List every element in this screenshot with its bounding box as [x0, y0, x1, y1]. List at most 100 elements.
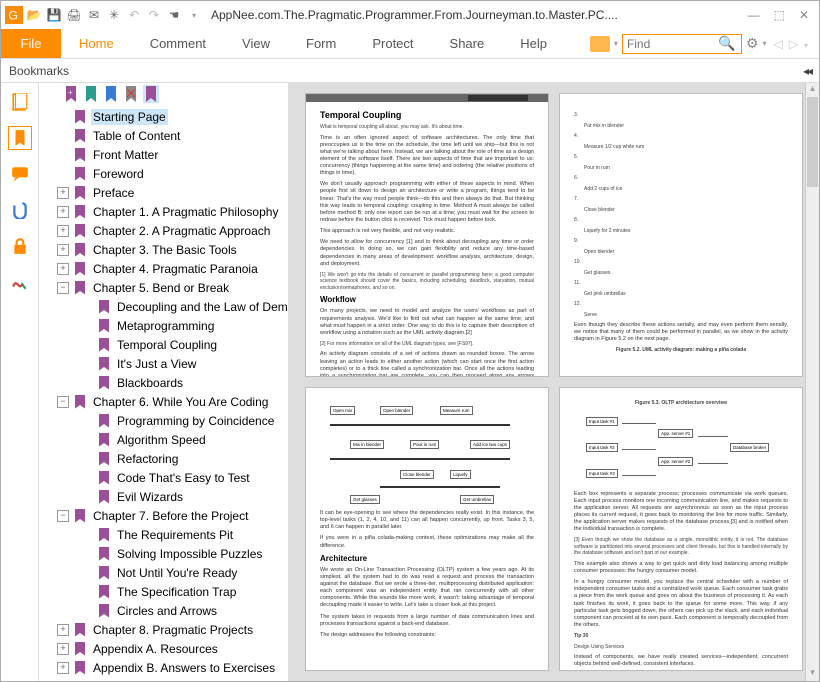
tab-share[interactable]: Share: [432, 29, 503, 58]
nav-menu-icon[interactable]: ▾: [804, 41, 808, 50]
bookmark-item[interactable]: Table of Content: [39, 126, 288, 145]
bookmark-item[interactable]: Evil Wizards: [39, 487, 288, 506]
expand-toggle-icon[interactable]: −: [57, 396, 69, 408]
attachments-panel-icon[interactable]: [11, 201, 29, 219]
selected-bookmark-icon[interactable]: [143, 85, 159, 103]
bookmark-item[interactable]: Refactoring: [39, 449, 288, 468]
bookmark-item[interactable]: The Requirements Pit: [39, 525, 288, 544]
print-icon[interactable]: 🖨: [65, 6, 83, 24]
tab-protect[interactable]: Protect: [354, 29, 431, 58]
bookmark-item[interactable]: Not Until You're Ready: [39, 563, 288, 582]
bookmark-item[interactable]: Code That's Easy to Test: [39, 468, 288, 487]
bookmark-item[interactable]: Decoupling and the Law of Demeter: [39, 297, 288, 316]
expand-toggle-icon[interactable]: +: [57, 206, 69, 218]
delete-bookmark-icon[interactable]: [123, 85, 139, 103]
page-thumb-1[interactable]: Temporal Coupling What is temporal coupl…: [305, 93, 549, 377]
dropdown-icon[interactable]: ▾: [185, 6, 203, 24]
activity-diagram: Open mixOpen blenderMeasure rumMix in bl…: [320, 400, 534, 510]
new-icon[interactable]: ✳: [105, 6, 123, 24]
maximize-icon[interactable]: ⬚: [774, 8, 785, 22]
bookmark-item[interactable]: Front Matter: [39, 145, 288, 164]
comments-panel-icon[interactable]: [11, 165, 29, 183]
bookmark-item[interactable]: Foreword: [39, 164, 288, 183]
bookmark-item[interactable]: +Appendix B. Answers to Exercises: [39, 658, 288, 677]
search-box[interactable]: 🔍: [622, 34, 742, 54]
link-bookmark-icon[interactable]: [103, 85, 119, 103]
bookmark-item[interactable]: +Appendix A. Resources: [39, 639, 288, 658]
bookmark-item[interactable]: Solving Impossible Puzzles: [39, 544, 288, 563]
bookmark-item[interactable]: Blackboards: [39, 373, 288, 392]
expand-toggle-icon[interactable]: −: [57, 510, 69, 522]
tab-help[interactable]: Help: [502, 29, 565, 58]
bookmark-item[interactable]: −Chapter 7. Before the Project: [39, 506, 288, 525]
bookmarks-panel-icon[interactable]: [11, 129, 29, 147]
vertical-scrollbar[interactable]: ▴ ▾: [805, 83, 819, 681]
tab-home[interactable]: Home: [61, 29, 132, 58]
pages-panel-icon[interactable]: [11, 93, 29, 111]
svg-text:+: +: [68, 88, 73, 97]
bookmark-item[interactable]: Temporal Coupling: [39, 335, 288, 354]
bookmark-item[interactable]: + Chapter 4. Pragmatic Paranoia: [39, 259, 288, 278]
add-bookmark-icon[interactable]: [83, 85, 99, 103]
expand-toggle-icon[interactable]: +: [57, 662, 69, 674]
folder-icon[interactable]: [590, 36, 610, 52]
bookmark-ribbon-icon: [99, 490, 109, 504]
bookmark-item[interactable]: Circles and Arrows: [39, 601, 288, 620]
page-thumb-3[interactable]: Open mixOpen blenderMeasure rumMix in bl…: [305, 387, 549, 671]
expand-toggle-icon[interactable]: −: [57, 282, 69, 294]
scroll-down-icon[interactable]: ▾: [806, 667, 819, 681]
bookmark-item[interactable]: It's Just a View: [39, 354, 288, 373]
bookmark-item[interactable]: +Chapter 2. A Pragmatic Approach: [39, 221, 288, 240]
gear-icon[interactable]: ⚙: [746, 35, 759, 52]
bookmark-item[interactable]: Programming by Coincidence: [39, 411, 288, 430]
mail-icon[interactable]: ✉: [85, 6, 103, 24]
bookmark-item[interactable]: Metaprogramming: [39, 316, 288, 335]
bookmark-item[interactable]: Starting Page: [39, 107, 288, 126]
signatures-panel-icon[interactable]: [11, 273, 29, 291]
bookmark-item[interactable]: +Chapter 8. Pragmatic Projects: [39, 620, 288, 639]
tab-view[interactable]: View: [224, 29, 288, 58]
search-input[interactable]: [623, 37, 718, 51]
page-thumb-2[interactable]: 3.Put mix in blender 4.Measure 1/2 cup w…: [559, 93, 803, 377]
hand-icon[interactable]: ☚: [165, 6, 183, 24]
tab-form[interactable]: Form: [288, 29, 354, 58]
expand-toggle-icon[interactable]: +: [57, 187, 69, 199]
bookmark-ribbon-icon: [99, 528, 109, 542]
bookmark-label: Chapter 4. Pragmatic Paranoia: [91, 261, 260, 277]
bookmark-item[interactable]: −Chapter 5. Bend or Break: [39, 278, 288, 297]
minimize-icon[interactable]: —: [748, 8, 760, 22]
bookmark-item[interactable]: Algorithm Speed: [39, 430, 288, 449]
diagram-box: Open blender: [380, 406, 413, 415]
expand-toggle-icon[interactable]: +: [57, 643, 69, 655]
scroll-up-icon[interactable]: ▴: [806, 83, 819, 97]
nav-prev-icon[interactable]: ◁: [774, 37, 783, 51]
security-panel-icon[interactable]: [11, 237, 29, 255]
save-icon[interactable]: 💾: [45, 6, 63, 24]
bookmarks-tree[interactable]: Starting PageTable of ContentFront Matte…: [39, 105, 288, 681]
bookmark-item[interactable]: +Chapter 1. A Pragmatic Philosophy: [39, 202, 288, 221]
bookmark-item[interactable]: −Chapter 6. While You Are Coding: [39, 392, 288, 411]
expand-toggle-icon[interactable]: +: [57, 263, 69, 275]
search-icon[interactable]: 🔍: [718, 35, 736, 52]
tab-comment[interactable]: Comment: [132, 29, 224, 58]
expand-toggle-icon[interactable]: +: [57, 225, 69, 237]
bookmark-item[interactable]: +Chapter 3. The Basic Tools: [39, 240, 288, 259]
expand-all-icon[interactable]: +: [63, 85, 79, 103]
bookmark-item[interactable]: +Preface: [39, 183, 288, 202]
file-tab[interactable]: File: [1, 29, 61, 58]
redo-icon[interactable]: ↷: [145, 6, 163, 24]
page-thumb-4[interactable]: Figure 5.3. OLTP architecture overview I…: [559, 387, 803, 671]
bookmark-label: Temporal Coupling: [115, 337, 219, 353]
expand-toggle-icon[interactable]: +: [57, 624, 69, 636]
open-icon[interactable]: 📂: [25, 6, 43, 24]
undo-icon[interactable]: ↶: [125, 6, 143, 24]
bookmark-label: Decoupling and the Law of Demeter: [115, 299, 288, 315]
close-icon[interactable]: ✕: [799, 8, 809, 22]
bookmark-item[interactable]: The Specification Trap: [39, 582, 288, 601]
diagram-box: Input task #1: [586, 417, 618, 426]
collapse-icon[interactable]: ◂◂: [803, 64, 811, 78]
diagram-box: Measure rum: [440, 406, 473, 415]
scroll-thumb[interactable]: [807, 97, 818, 187]
nav-next-icon[interactable]: ▷: [789, 37, 798, 51]
expand-toggle-icon[interactable]: +: [57, 244, 69, 256]
